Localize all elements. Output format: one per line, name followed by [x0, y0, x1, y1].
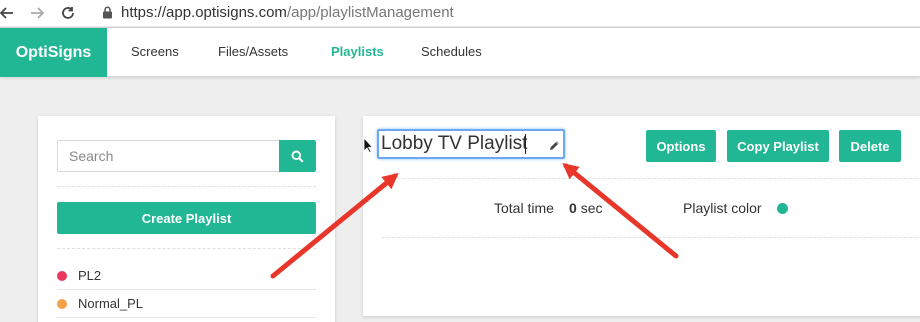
playlist-item-label: PL2	[78, 268, 102, 283]
lock-icon	[102, 6, 113, 24]
copy-playlist-button[interactable]: Copy Playlist	[727, 130, 829, 162]
reload-icon[interactable]	[59, 3, 77, 23]
nav-schedules[interactable]: Schedules	[421, 44, 482, 59]
playlist-sidebar: Create Playlist PL2 Normal_PL	[38, 116, 335, 322]
url-path: /app/playlistManagement	[286, 4, 454, 21]
playlist-editor: Options Copy Playlist Delete Total time …	[363, 116, 920, 316]
playlist-color-swatch[interactable]	[777, 203, 788, 214]
total-time-value: 0 sec	[569, 200, 602, 216]
nav-playlists[interactable]: Playlists	[331, 44, 384, 59]
options-button[interactable]: Options	[646, 130, 716, 162]
playlist-item-pl2[interactable]: PL2	[57, 262, 316, 290]
create-playlist-button[interactable]: Create Playlist	[57, 202, 316, 234]
divider	[57, 248, 316, 249]
url-host: https://app.optisigns.com	[121, 4, 287, 21]
back-arrow-icon[interactable]	[0, 3, 16, 23]
total-time-number: 0	[569, 200, 577, 216]
address-bar[interactable]: https://app.optisigns.com/app/playlistMa…	[121, 4, 454, 21]
nav-screens[interactable]: Screens	[131, 44, 179, 59]
total-time-label: Total time	[494, 200, 554, 216]
playlist-color-dot	[57, 298, 67, 309]
cursor-icon	[363, 136, 374, 158]
playlist-title-input[interactable]	[381, 133, 541, 155]
search-button[interactable]	[279, 140, 316, 172]
playlist-color-dot	[57, 270, 67, 281]
forward-arrow-icon[interactable]	[28, 3, 46, 23]
search-icon	[291, 150, 304, 163]
divider	[382, 237, 920, 238]
playlist-color-label: Playlist color	[683, 200, 762, 216]
text-caret	[525, 134, 526, 154]
browser-toolbar: https://app.optisigns.com/app/playlistMa…	[0, 0, 920, 26]
delete-button[interactable]: Delete	[839, 130, 901, 162]
playlist-item-label: Normal_PL	[78, 296, 144, 311]
brand-logo[interactable]: OptiSigns	[0, 28, 107, 77]
divider	[382, 178, 920, 179]
divider	[57, 186, 316, 187]
nav-files-assets[interactable]: Files/Assets	[218, 44, 288, 59]
app-navbar: OptiSigns Screens Files/Assets Playlists…	[0, 27, 920, 77]
total-time-unit: sec	[580, 200, 603, 216]
playlist-item-normal-pl[interactable]: Normal_PL	[57, 290, 316, 318]
search-input[interactable]	[57, 140, 279, 172]
playlist-title-field[interactable]	[377, 129, 565, 159]
pencil-icon[interactable]	[549, 138, 560, 156]
